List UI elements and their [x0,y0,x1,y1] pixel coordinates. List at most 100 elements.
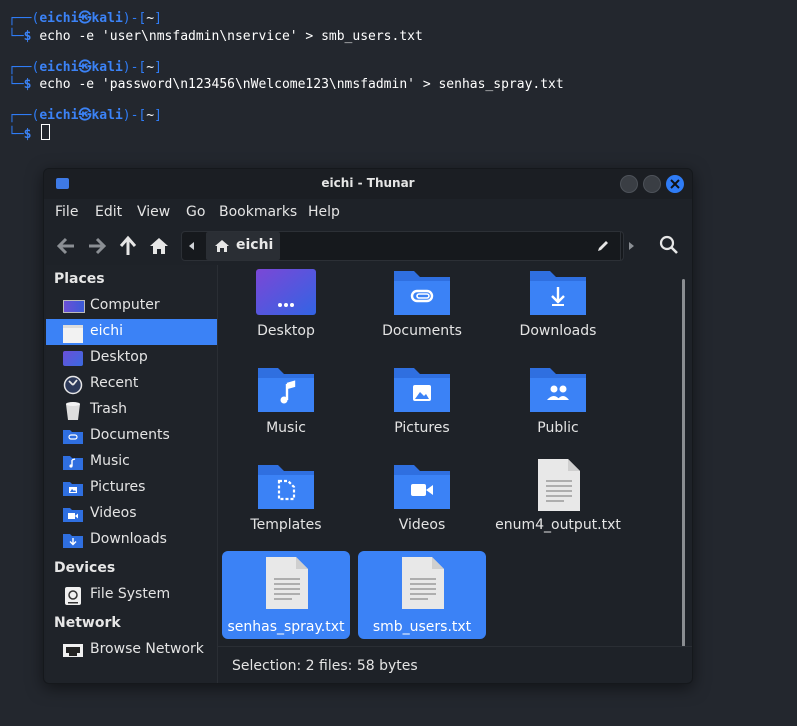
file-item-documents[interactable]: Documents [358,265,486,351]
up-button[interactable] [116,234,140,258]
menu-bookmarks[interactable]: Bookmarks [219,204,297,220]
arrow-left-icon [56,237,74,255]
terminal-command-line: └─$ echo -e 'user\nmsfadmin\nservice' > … [8,29,423,44]
close-button[interactable] [666,175,684,193]
terminal-prompt-line: ┌──(eichi㉿kali)-[~] [8,60,162,75]
text-file-icon [526,457,590,513]
caret-left-icon [189,242,194,250]
path-crumb-eichi[interactable]: eichi [206,232,280,260]
prompt-dir: ~ [146,108,155,123]
window-title: eichi - Thunar [321,176,415,190]
sidebar-item-label: Downloads [90,531,167,547]
sidebar-item-label: Browse Network [90,641,204,657]
side-pane: Places Computer eichi Desktop Recent Tra… [46,265,218,683]
file-name: senhas_spray.txt [227,619,345,635]
sidebar-item-computer[interactable]: Computer [46,293,217,319]
drive-icon [62,586,84,605]
menu-go[interactable]: Go [186,204,205,220]
terminal-command-line[interactable]: └─$ [8,124,51,142]
maximize-button[interactable] [643,175,661,193]
sidebar-item-videos[interactable]: Videos [46,501,217,527]
terminal-prompt-line: ┌──(eichi㉿kali)-[~] [8,11,162,26]
location-bar[interactable]: eichi [181,231,634,261]
search-button[interactable] [658,234,680,256]
title-bar[interactable]: eichi - Thunar [44,169,692,199]
sidebar-item-browse-network[interactable]: Browse Network [46,637,217,663]
vertical-scrollbar[interactable] [682,279,685,647]
sidebar-item-label: File System [90,586,171,602]
file-name: Desktop [257,323,315,339]
pencil-icon [598,241,608,251]
icon-view[interactable]: Desktop Documents Downloads Music Pictur… [218,265,692,645]
minimize-button[interactable] [620,175,638,193]
file-item-videos[interactable]: Videos [358,457,486,545]
file-item-music[interactable]: Music [222,360,350,448]
prompt-at-symbol: ㉿ [78,60,92,75]
file-item-smb-users[interactable]: smb_users.txt [358,551,486,639]
home-icon [150,238,168,254]
home-folder-icon [62,323,84,343]
sidebar-item-label: Music [90,453,130,469]
sidebar-item-label: Recent [90,375,139,391]
menu-view[interactable]: View [137,204,170,220]
path-scroll-left-button[interactable] [182,232,202,260]
file-name: enum4_output.txt [495,517,621,533]
prompt-host: kali [91,60,123,75]
file-item-desktop[interactable]: Desktop [222,265,350,351]
prompt-dir: ~ [146,60,155,75]
menu-edit[interactable]: Edit [95,204,122,220]
documents-folder-icon [390,267,454,323]
templates-folder-icon [254,461,318,517]
search-icon [659,235,678,254]
recent-icon [62,375,84,395]
music-folder-icon [254,364,318,420]
pictures-folder-icon [62,479,84,497]
sidebar-item-music[interactable]: Music [46,449,217,475]
pictures-folder-icon [390,364,454,420]
back-button[interactable] [54,234,78,258]
edit-location-button[interactable] [595,238,611,254]
file-item-templates[interactable]: Templates [222,457,350,545]
sidebar-item-trash[interactable]: Trash [46,397,217,423]
terminal-command: echo -e 'user\nmsfadmin\nservice' > smb_… [39,29,423,44]
terminal-prompt-line: ┌──(eichi㉿kali)-[~] [8,108,162,123]
file-name: Pictures [394,420,450,436]
terminal-command-line: └─$ echo -e 'password\n123456\nWelcome12… [8,77,564,92]
sidebar-item-eichi[interactable]: eichi [46,319,217,345]
menu-file[interactable]: File [55,204,78,220]
sidebar-item-pictures[interactable]: Pictures [46,475,217,501]
forward-button[interactable] [85,234,109,258]
prompt-user: eichi [39,11,79,26]
file-item-pictures[interactable]: Pictures [358,360,486,448]
file-manager-window: eichi - Thunar File Edit View Go Bookmar… [43,168,693,684]
file-name: smb_users.txt [372,619,472,635]
home-button[interactable] [147,234,171,258]
network-heading: Network [54,615,121,631]
prompt-user: eichi [39,108,79,123]
selection-status: Selection: 2 files: 58 bytes [232,658,418,674]
toolbar: eichi [44,227,692,265]
terminal-output: ┌──(eichi㉿kali)-[~] └─$ echo -e 'user\nm… [0,0,797,160]
sidebar-item-documents[interactable]: Documents [46,423,217,449]
file-item-downloads[interactable]: Downloads [494,265,622,351]
path-scroll-right-button[interactable] [620,232,641,260]
file-item-public[interactable]: Public [494,360,622,448]
network-icon [62,641,84,659]
downloads-folder-icon [526,267,590,323]
sidebar-item-file-system[interactable]: File System [46,582,217,608]
file-item-senhas-spray[interactable]: senhas_spray.txt [222,551,350,639]
file-item-enum4-output[interactable]: enum4_output.txt [494,457,622,545]
sidebar-item-label: Trash [90,401,127,417]
devices-heading: Devices [54,560,116,576]
arrow-right-icon [89,237,107,255]
music-folder-icon [62,453,84,471]
file-name: Documents [382,323,462,339]
text-file-icon [254,555,318,611]
prompt-at-symbol: ㉿ [78,11,92,26]
menu-help[interactable]: Help [308,204,340,220]
sidebar-item-downloads[interactable]: Downloads [46,527,217,553]
sidebar-item-desktop[interactable]: Desktop [46,345,217,371]
sidebar-item-label: Computer [90,297,160,313]
computer-icon [62,297,85,315]
sidebar-item-recent[interactable]: Recent [46,371,217,397]
